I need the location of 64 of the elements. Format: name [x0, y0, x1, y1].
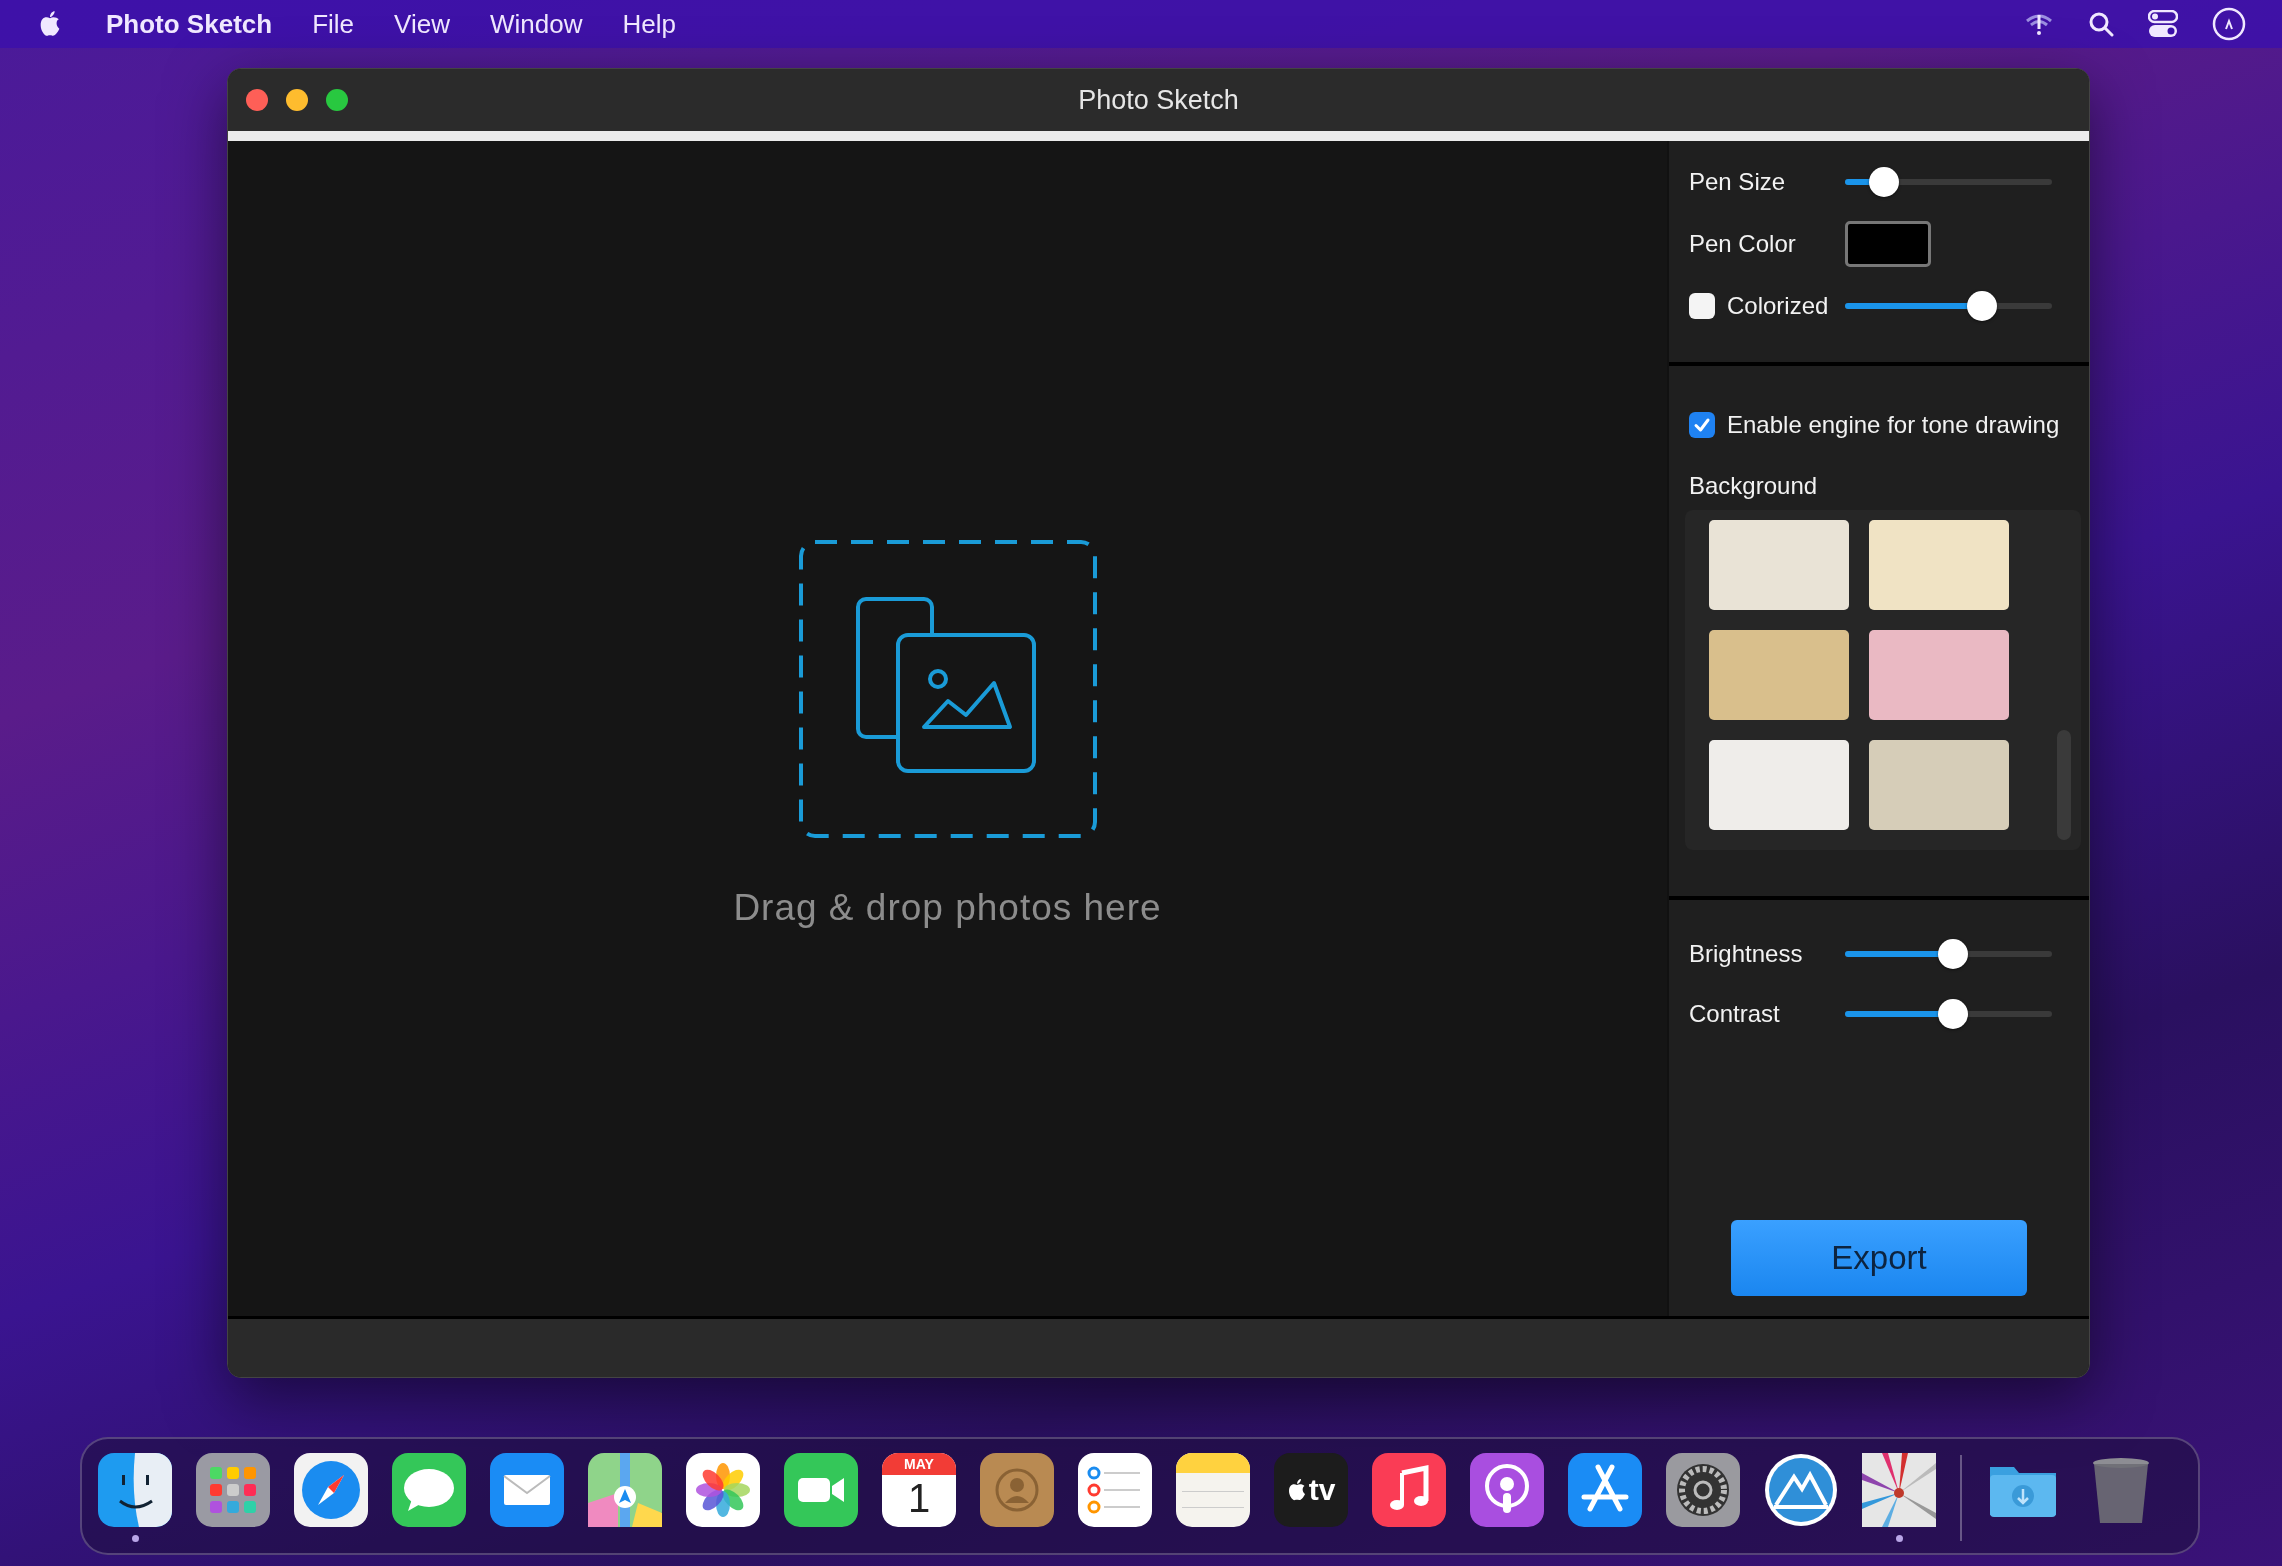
- slider[interactable]: [1845, 167, 2052, 197]
- export-button[interactable]: Export: [1731, 1220, 2027, 1296]
- slider[interactable]: [1845, 939, 2052, 969]
- map-icon[interactable]: [588, 1453, 662, 1527]
- calendar-day: 1: [907, 1475, 931, 1521]
- paper-swatch[interactable]: [1869, 520, 2009, 610]
- drop-area[interactable]: Drag & drop photos here: [228, 141, 1667, 1316]
- video-camera-icon[interactable]: [784, 1453, 858, 1527]
- menu-item[interactable]: View: [394, 8, 450, 40]
- menu-item[interactable]: Help: [622, 8, 676, 40]
- podcast-icon[interactable]: [1470, 1453, 1544, 1527]
- menu-item[interactable]: Window: [489, 8, 583, 40]
- image-drop-icon: [797, 539, 1098, 839]
- brightness-label: Brightness: [1689, 940, 1804, 968]
- paper-swatch[interactable]: [1709, 630, 1849, 720]
- slider-thumb[interactable]: [1937, 999, 1968, 1029]
- notepad-icon[interactable]: [1176, 1453, 1250, 1527]
- apple-logo-icon[interactable]: [38, 10, 62, 38]
- paper-swatch[interactable]: [1709, 520, 1849, 610]
- tone-engine-label: Enable engine for tone drawing: [1727, 411, 2060, 439]
- app-grid-icon[interactable]: [196, 1453, 270, 1527]
- envelope-icon[interactable]: [490, 1453, 564, 1527]
- slider[interactable]: [1845, 291, 2052, 321]
- checkbox[interactable]: [1689, 412, 1715, 438]
- slider[interactable]: [1845, 999, 2052, 1029]
- menu-item[interactable]: File: [312, 8, 355, 40]
- paper-swatch[interactable]: [1709, 740, 1849, 830]
- pen-size-label: Pen Size: [1689, 168, 1787, 196]
- menu-app-name[interactable]: Photo Sketch: [106, 8, 273, 40]
- paper-swatch[interactable]: [1869, 740, 2009, 830]
- slider-thumb[interactable]: [1937, 939, 1968, 969]
- window-title: Photo Sketch: [1078, 84, 1239, 116]
- clock-icon[interactable]: [2212, 7, 2246, 41]
- speech-bubble-icon[interactable]: [392, 1453, 466, 1527]
- compass-icon[interactable]: [294, 1453, 368, 1527]
- wifi-warning-icon[interactable]: [2024, 11, 2054, 37]
- contrast-label: Contrast: [1689, 1000, 1781, 1028]
- search-icon[interactable]: [2088, 11, 2114, 37]
- tv-icon[interactable]: tv: [1274, 1453, 1348, 1527]
- color-well[interactable]: [1845, 221, 1931, 267]
- pen-color-label: Pen Color: [1689, 230, 1797, 258]
- settings-icon[interactable]: [1666, 1453, 1740, 1527]
- drop-hint: Drag & drop photos here: [733, 887, 1162, 929]
- slider-thumb[interactable]: [1869, 167, 1900, 197]
- zoom-button[interactable]: [326, 89, 348, 111]
- checkbox[interactable]: [1689, 293, 1715, 319]
- music-note-icon[interactable]: [1372, 1453, 1446, 1527]
- slider-thumb[interactable]: [1966, 291, 1997, 321]
- mountain-icon[interactable]: [1764, 1453, 1838, 1527]
- checklist-icon[interactable]: [1078, 1453, 1152, 1527]
- tv-label: tv: [1308, 1473, 1336, 1507]
- apple-icon: [1286, 1478, 1307, 1502]
- person-icon[interactable]: [980, 1453, 1054, 1527]
- calendar-month: MAY: [882, 1453, 956, 1475]
- calendar-icon[interactable]: MAY 1: [882, 1453, 956, 1527]
- smiling-face-icon[interactable]: [98, 1453, 172, 1527]
- app-store-icon[interactable]: [1568, 1453, 1642, 1527]
- minimize-button[interactable]: [286, 89, 308, 111]
- close-button[interactable]: [246, 89, 268, 111]
- paper-swatch[interactable]: [1869, 630, 2009, 720]
- background-label: Background: [1689, 472, 1819, 500]
- colorized-label: Colorized: [1727, 292, 1829, 320]
- flower-icon[interactable]: [686, 1453, 760, 1527]
- toggle-switches-icon[interactable]: [2148, 10, 2178, 38]
